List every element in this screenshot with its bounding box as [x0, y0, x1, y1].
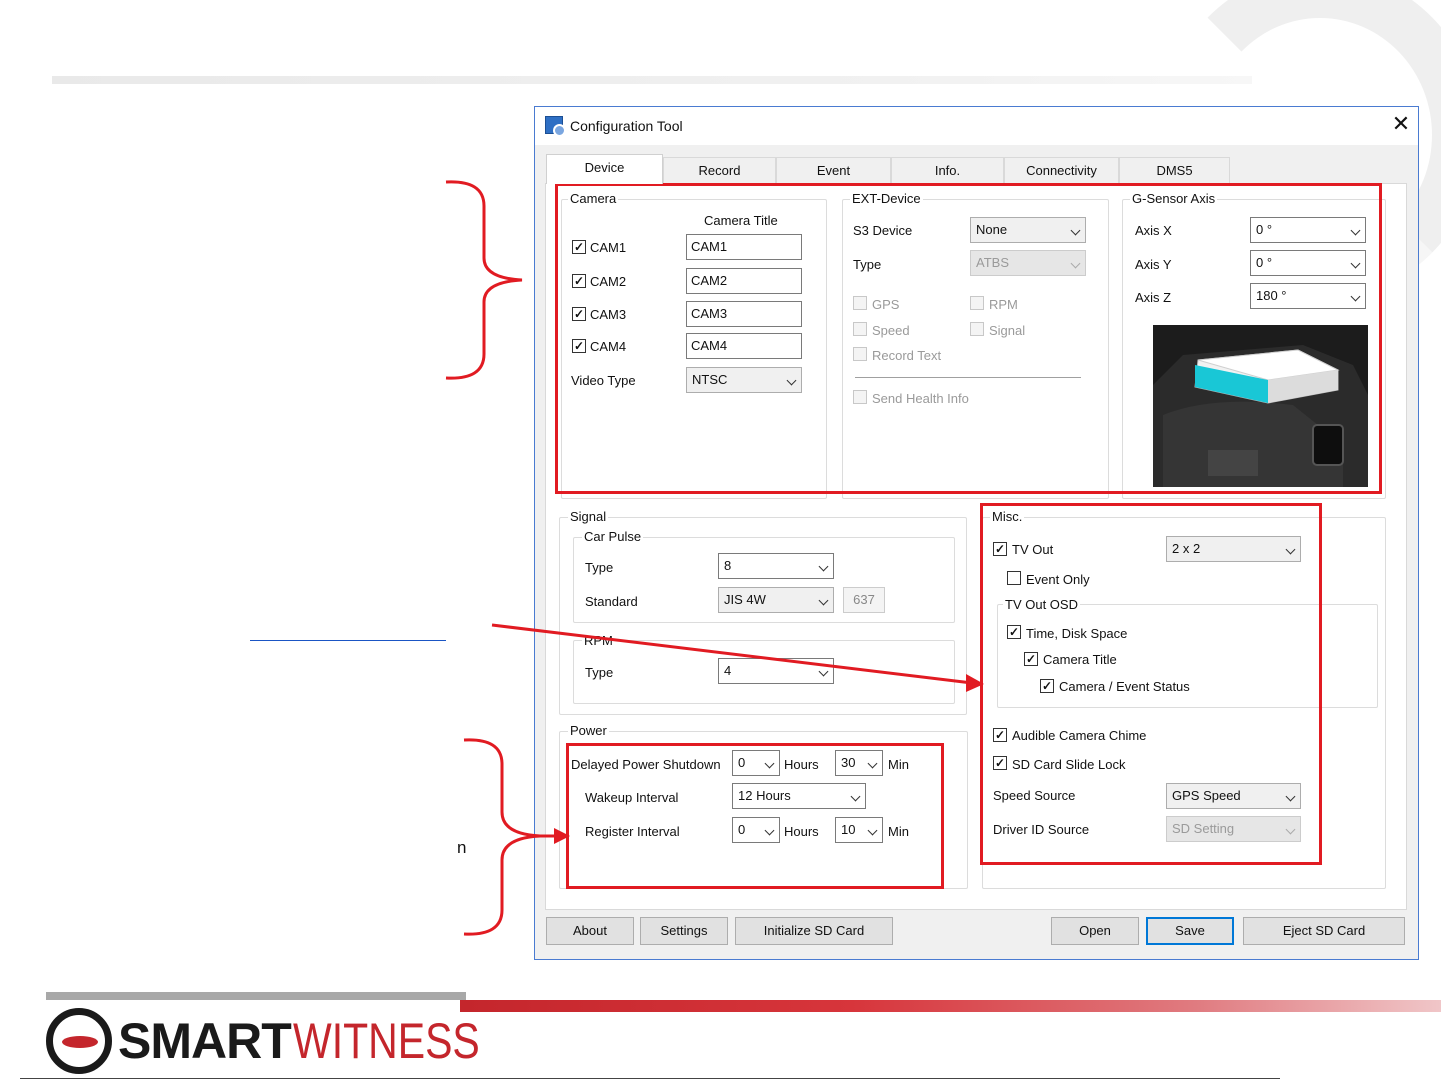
- tab-info[interactable]: Info.: [891, 157, 1004, 183]
- tab-connectivity[interactable]: Connectivity: [1004, 157, 1119, 183]
- chevron-down-icon: [818, 561, 829, 572]
- annotation-box-top-section: [555, 183, 1382, 494]
- standard-value: JIS 4W: [724, 592, 766, 607]
- chevron-down-icon: [818, 595, 829, 606]
- title-bar: Configuration Tool ✕: [535, 107, 1418, 145]
- window-title: Configuration Tool: [570, 118, 683, 134]
- annotation-box-power: [566, 743, 944, 889]
- car-pulse-legend: Car Pulse: [582, 529, 644, 544]
- power-legend: Power: [568, 723, 609, 738]
- chevron-down-icon: [818, 666, 829, 677]
- rpm-type-select[interactable]: 4: [718, 658, 834, 684]
- footer-red-bar: [460, 1000, 1441, 1012]
- open-button[interactable]: Open: [1051, 917, 1139, 945]
- bracket-power-icon: [463, 738, 541, 936]
- smartwitness-logo-icon: [46, 1008, 112, 1074]
- slide-stray-text: n: [457, 838, 467, 857]
- settings-button[interactable]: Settings: [640, 917, 728, 945]
- annotation-box-misc: [980, 503, 1322, 865]
- tab-dms5[interactable]: DMS5: [1119, 157, 1230, 183]
- rpm-type-label: Type: [585, 665, 614, 680]
- pulse-type-label: Type: [585, 560, 614, 575]
- eject-sd-card-button[interactable]: Eject SD Card: [1243, 917, 1405, 945]
- bracket-camera-icon: [445, 180, 523, 380]
- slide-hyperlink-underline: [250, 640, 446, 641]
- standard-select[interactable]: JIS 4W: [718, 587, 834, 613]
- pulse-type-value: 8: [724, 558, 732, 573]
- about-button[interactable]: About: [546, 917, 634, 945]
- rpm-legend: RPM: [582, 633, 615, 648]
- close-icon[interactable]: ✕: [1390, 112, 1412, 136]
- logo-smart-text: SMART: [118, 1013, 292, 1069]
- signal-legend: Signal: [568, 509, 609, 524]
- pulse-type-select[interactable]: 8: [718, 553, 834, 579]
- footer-gray-bar: [46, 992, 466, 1000]
- initialize-sd-card-button[interactable]: Initialize SD Card: [735, 917, 893, 945]
- smartwitness-logo: SMART WITNESS: [46, 1008, 521, 1074]
- config-tool-icon: [545, 116, 566, 137]
- footer-rule: [20, 1078, 1280, 1079]
- tab-record[interactable]: Record: [663, 157, 776, 183]
- logo-witness-text: WITNESS: [292, 1013, 480, 1069]
- standard-readonly-value: 637: [843, 587, 885, 613]
- tab-event[interactable]: Event: [776, 157, 891, 183]
- standard-label: Standard: [585, 594, 638, 609]
- slide-top-rule: [52, 76, 1252, 84]
- save-button[interactable]: Save: [1146, 917, 1234, 945]
- tab-device[interactable]: Device: [546, 154, 663, 184]
- rpm-type-value: 4: [724, 663, 732, 678]
